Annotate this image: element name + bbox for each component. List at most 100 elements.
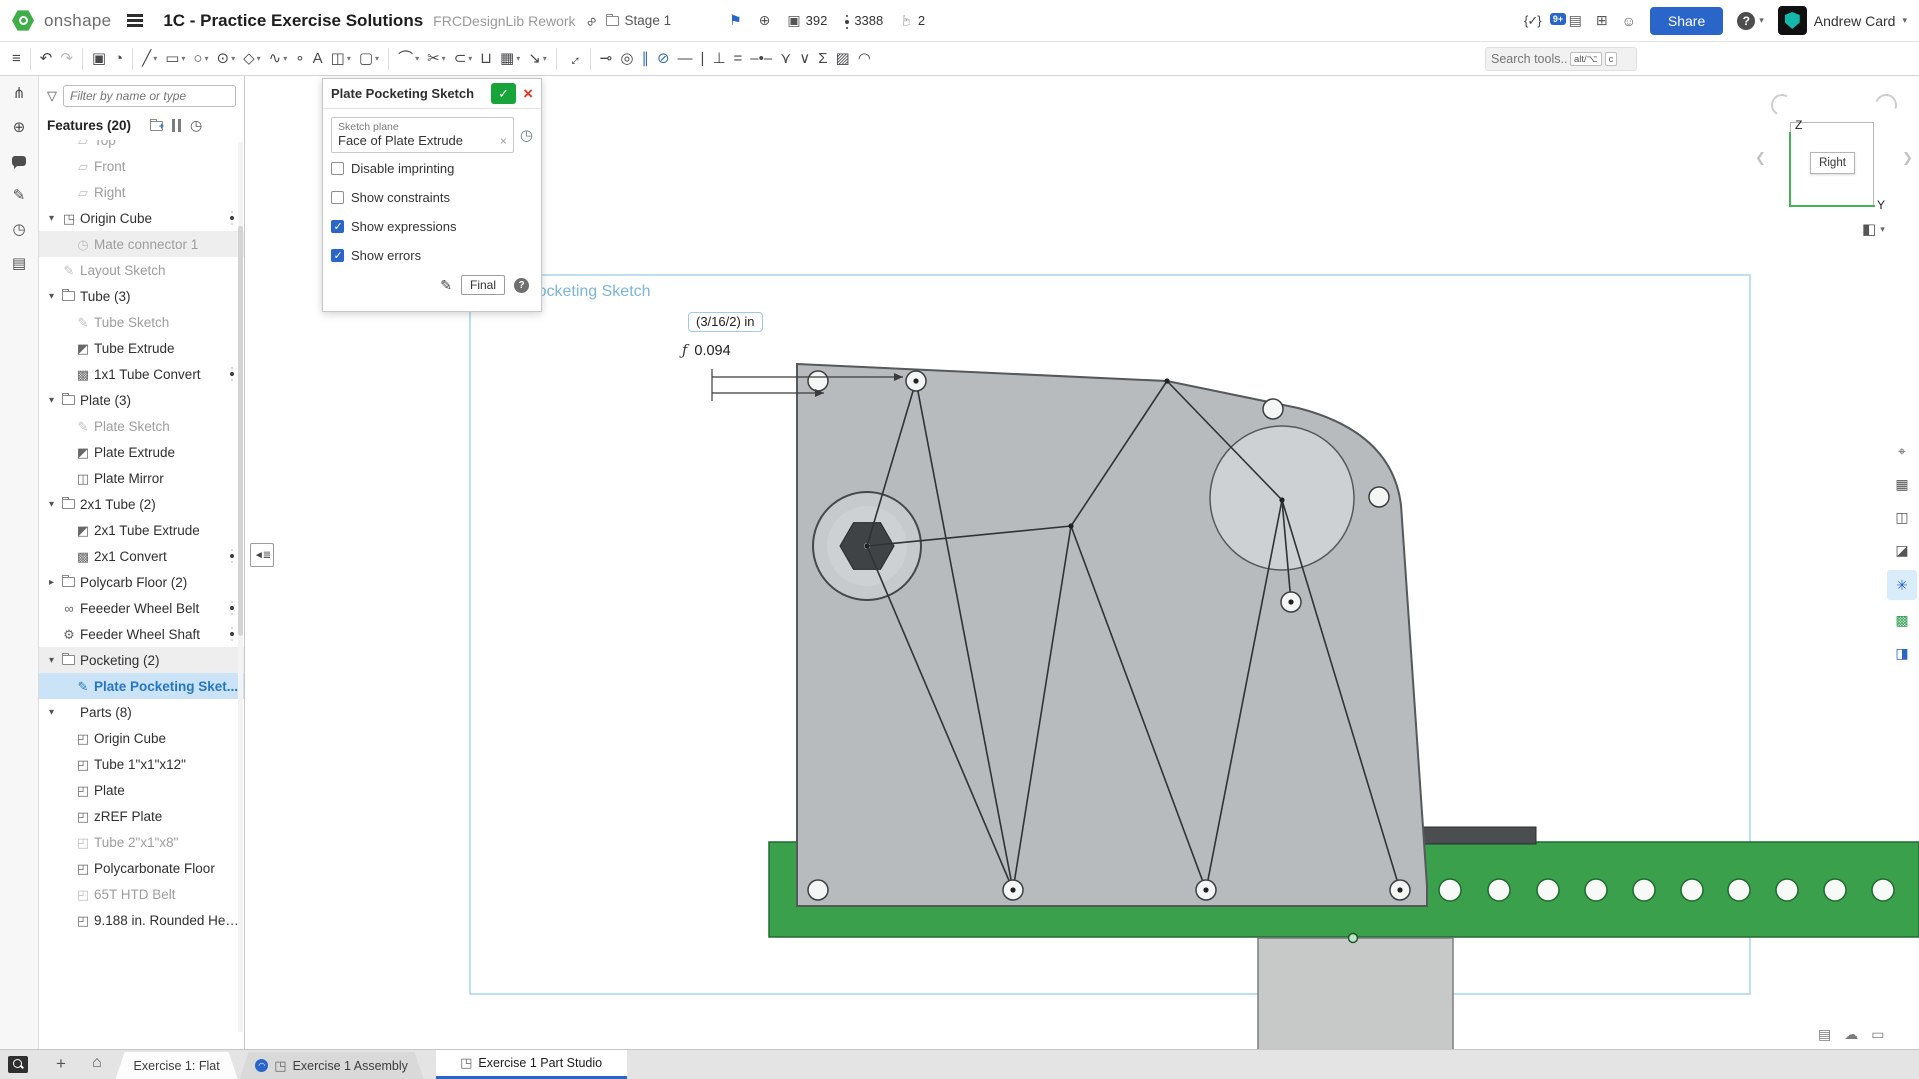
feature-row[interactable]: Origin Cube [39, 205, 244, 231]
build-plate-icon[interactable]: ▭ [1871, 1026, 1884, 1043]
add-tab-button[interactable]: + [56, 1054, 66, 1074]
feature-count-stat[interactable]: 3388 [844, 12, 883, 30]
rollback-dots-icon[interactable] [228, 208, 236, 228]
task-list-icon[interactable]: ▤ [1569, 12, 1582, 29]
feature-row[interactable]: Plate (3) [39, 387, 244, 413]
import-dxf-icon[interactable]: ↘ ▾ [524, 46, 551, 72]
insert-icon[interactable]: ⊕ [13, 118, 26, 136]
feature-row[interactable]: 9.188 in. Rounded Hex... [39, 907, 244, 933]
comments-icon[interactable] [12, 152, 26, 170]
dialog-help-icon[interactable]: ? [514, 278, 529, 293]
equal-constraint-icon[interactable]: = ▾ [730, 46, 747, 72]
feature-row[interactable]: Parts (8) [39, 699, 244, 725]
checkbox[interactable] [331, 162, 344, 175]
pattern-tool-icon[interactable]: ▦ ▾ [496, 46, 524, 72]
checkbox-row[interactable]: Disable imprinting [331, 155, 533, 182]
chevron-icon[interactable] [43, 213, 60, 224]
feature-row[interactable]: Polycarb Floor (2) [39, 569, 244, 595]
accept-button[interactable]: ✓ [491, 83, 516, 104]
text-tool-icon[interactable]: A ▾ [309, 46, 327, 72]
feature-row[interactable]: 2x1 Tube Extrude [39, 517, 244, 543]
share-button[interactable]: Share [1650, 7, 1723, 35]
divider[interactable]: ▾ [132, 48, 133, 70]
section-view-icon[interactable]: ▦ [1889, 471, 1915, 497]
history-icon[interactable]: ◷ [12, 220, 25, 238]
sketch-options-icon[interactable]: ✎ [440, 277, 452, 294]
configurations-icon[interactable]: ◨ [1889, 640, 1915, 666]
vertical-constraint-icon[interactable]: | ▾ [697, 46, 709, 72]
feature-row[interactable]: Plate Pocketing Sket... [39, 673, 244, 699]
pierce-constraint-icon[interactable]: ∨ ▾ [795, 46, 814, 72]
cloud-status-icon[interactable]: ☁ [1844, 1026, 1858, 1043]
filter-input[interactable] [63, 85, 236, 107]
help-menu[interactable]: ? ▾ [1737, 12, 1764, 30]
document-title[interactable]: 1C - Practice Exercise Solutions [163, 11, 423, 31]
divider[interactable]: ▾ [388, 48, 389, 70]
account-menu[interactable]: Andrew Card ▾ [1778, 6, 1907, 35]
education-flag-icon[interactable]: ⚑ [729, 12, 742, 29]
view-tools-icon[interactable]: ⌖ [1889, 438, 1915, 464]
feature-row[interactable]: 1x1 Tube Convert [39, 361, 244, 387]
display-states-icon[interactable]: ▩ [1889, 607, 1915, 633]
tab-manager-icon[interactable] [8, 1056, 28, 1073]
suppress-icon[interactable] [172, 119, 181, 132]
feature-row[interactable]: Tube Extrude [39, 335, 244, 361]
transform-icon[interactable]: ↔ ▾ [556, 41, 591, 76]
concentric-constraint-icon[interactable]: ◎ ▾ [616, 46, 637, 72]
chevron-icon[interactable] [43, 707, 60, 718]
feature-row[interactable]: 2x1 Convert [39, 543, 244, 569]
appearance-panel-icon[interactable]: ✳ [1887, 570, 1917, 600]
spline-tool-icon[interactable]: ∿ ▾ [265, 46, 292, 72]
feature-row[interactable]: Feeder Wheel Shaft [39, 621, 244, 647]
chevron-icon[interactable] [43, 395, 60, 406]
ai-advisor-icon[interactable]: ☺ [1622, 13, 1636, 29]
feature-row[interactable]: Top [39, 140, 244, 153]
public-globe-icon[interactable]: ⊕ [759, 12, 771, 29]
chevron-icon[interactable] [43, 655, 60, 666]
rollback-dots-icon[interactable] [228, 364, 236, 384]
midpoint-constraint-icon[interactable]: –•– ▾ [746, 46, 776, 72]
rectangle-tool-icon[interactable]: ▭ ▾ [161, 46, 189, 72]
feature-row[interactable]: Mate connector 1 [39, 231, 244, 257]
circle-tool-icon[interactable]: ○ ▾ [189, 46, 212, 72]
document-tab[interactable]: ◠ ◳ Exercise 1 Assembly [240, 1052, 424, 1079]
rotate-arrow-icon[interactable] [1769, 92, 1796, 119]
tangent-constraint-icon[interactable]: ⊘ ▾ [653, 46, 674, 72]
coincident-constraint-icon[interactable]: ⊸ ▾ [596, 46, 617, 72]
view-menu[interactable]: ◧ ▾ [1862, 220, 1885, 238]
named-views-icon[interactable]: ◪ [1889, 537, 1915, 563]
arc-tool-icon[interactable]: ⌒ ▾ [394, 46, 423, 72]
mate-connector-icon[interactable]: ◷ [520, 126, 533, 144]
parallel-constraint-icon[interactable]: ∥ ▾ [637, 46, 653, 72]
feature-row[interactable]: Plate Mirror [39, 465, 244, 491]
feature-row[interactable]: Feeeder Wheel Belt [39, 595, 244, 621]
feature-row[interactable]: Tube Sketch [39, 309, 244, 335]
rotate-left-icon[interactable]: ❮ [1755, 150, 1766, 166]
offset-tool-icon[interactable]: ⊂ ▾ [450, 46, 477, 72]
edit-document-icon[interactable]: ✎ [13, 186, 26, 204]
checkbox[interactable] [331, 249, 344, 262]
checkbox[interactable] [331, 191, 344, 204]
onshape-logo-icon[interactable] [12, 10, 34, 32]
main-menu-icon[interactable] [127, 19, 143, 21]
feature-row[interactable]: Plate Extrude [39, 439, 244, 465]
polygon-tool-icon[interactable]: ◇ ▾ [239, 46, 265, 72]
cancel-button[interactable]: × [523, 85, 533, 102]
chevron-icon[interactable] [43, 499, 60, 510]
search-tools-box[interactable]: alt/⌥ c [1485, 47, 1637, 71]
feature-row[interactable]: 2x1 Tube (2) [39, 491, 244, 517]
rollback-bar-handle[interactable]: ◄≣ [250, 543, 274, 567]
document-tab[interactable]: ◠ ◳ Exercise 1: Flat [116, 1052, 238, 1079]
copy-icon[interactable]: ▣ ▾ [88, 46, 110, 72]
ellipse-tool-icon[interactable]: ⊙ ▾ [213, 46, 240, 72]
final-button[interactable]: Final [461, 275, 505, 295]
undo-icon[interactable]: ↶ ▾ [36, 46, 57, 72]
fix-constraint-icon[interactable]: ▨ ▾ [832, 46, 854, 72]
normal-constraint-icon[interactable]: ⋎ ▾ [776, 46, 795, 72]
3d-viewport[interactable] [0, 0, 1919, 1079]
checkbox[interactable] [331, 220, 344, 233]
feature-row[interactable]: Plate [39, 777, 244, 803]
point-tool-icon[interactable]: ∘ ▾ [291, 46, 308, 72]
feature-row[interactable]: Origin Cube [39, 725, 244, 751]
feature-row[interactable]: 65T HTD Belt [39, 881, 244, 907]
